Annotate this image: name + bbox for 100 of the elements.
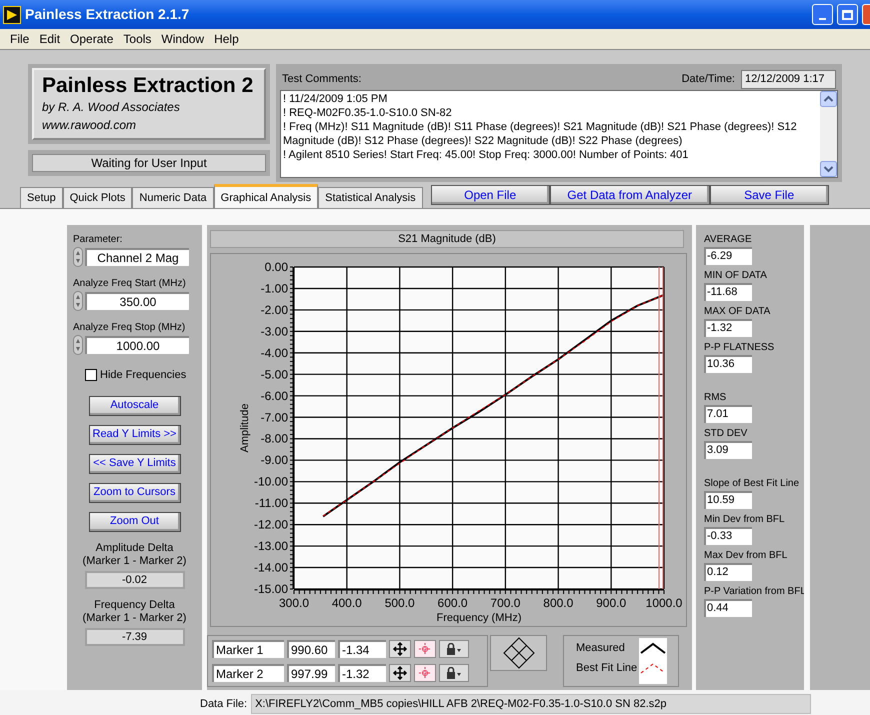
spinner-icon[interactable] — [73, 291, 83, 311]
tab[interactable]: Quick Plots — [62, 187, 132, 208]
panel-button[interactable]: Autoscale — [88, 396, 180, 416]
control-label: Analyze Freq Stop (MHz) — [73, 321, 186, 335]
panel-button[interactable]: Read Y Limits >> — [88, 424, 180, 444]
y-tick-label: -1.00 — [260, 281, 288, 296]
spinner-icon[interactable] — [73, 335, 83, 355]
control-field[interactable]: Channel 2 Mag — [85, 248, 189, 266]
delta-field: -0.02 — [84, 570, 184, 588]
delta-label: Frequency Delta — [94, 598, 175, 612]
comment-line: ! REQ-M02F0.35-1.0-S10.0 SN-82 — [283, 106, 453, 120]
stat-field: -0.33 — [704, 527, 752, 545]
y-tick-label: 0.00 — [264, 260, 288, 274]
stat-label: Slope of Best Fit Line — [704, 477, 800, 491]
stat-label: Max Dev from BFL — [704, 549, 788, 563]
y-tick-label: -13.00 — [254, 539, 288, 554]
delta-sublabel: (Marker 1 - Marker 2) — [82, 612, 186, 624]
menu-item[interactable]: Edit — [39, 30, 60, 48]
move-icon[interactable] — [389, 640, 411, 658]
menu-item[interactable]: File — [10, 30, 30, 48]
scrollbar[interactable] — [820, 91, 837, 177]
maximize-button[interactable] — [837, 4, 858, 25]
action-button[interactable]: Save File — [710, 185, 829, 205]
stat-field: -11.68 — [704, 283, 752, 301]
y-tick-label: -12.00 — [254, 518, 288, 532]
action-button[interactable]: Open File — [430, 185, 550, 205]
data-file-label: Data File: — [200, 696, 248, 712]
lock-icon[interactable] — [439, 640, 469, 658]
x-tick-label: 300.0 — [278, 596, 310, 610]
menu-item[interactable]: Window — [161, 30, 204, 48]
minimize-button[interactable] — [812, 4, 833, 25]
stat-label: AVERAGE — [704, 233, 753, 247]
panel-button[interactable]: Zoom Out — [88, 512, 180, 532]
control-field[interactable]: 1000.00 — [85, 336, 189, 354]
y-tick-label: -7.00 — [260, 410, 288, 424]
stat-label: RMS — [704, 391, 728, 405]
comment-line: ! 11/24/2009 1:05 PM — [283, 92, 388, 106]
stat-field: -6.29 — [704, 247, 752, 265]
x-tick-label: 700.0 — [490, 596, 520, 610]
date-time-label: Date/Time: — [682, 72, 735, 87]
comments-label: Test Comments: — [282, 72, 362, 87]
control-label: Parameter: — [73, 233, 124, 247]
y-tick-label: -11.00 — [254, 496, 288, 510]
tab[interactable]: Graphical Analysis — [214, 184, 318, 208]
logo-subtitle: by R. A. Wood Associates — [42, 99, 181, 116]
y-tick-label: -9.00 — [260, 453, 288, 468]
panel-button[interactable]: << Save Y Limits — [88, 454, 180, 474]
stat-field: 3.09 — [704, 441, 752, 459]
control-field[interactable]: 350.00 — [85, 292, 189, 310]
marker-amplitude-field[interactable]: -1.32 — [338, 664, 386, 682]
stat-label: P-P FLATNESS — [704, 341, 776, 355]
y-tick-label: -6.00 — [260, 388, 288, 403]
x-tick-label: 1000.0 — [646, 596, 682, 610]
lock-icon[interactable] — [439, 664, 469, 682]
legend-label: Measured — [576, 641, 626, 656]
menu-item[interactable]: Help — [214, 30, 239, 48]
stat-label: MIN OF DATA — [704, 269, 768, 283]
marker-name-field[interactable]: Marker 2 — [212, 664, 284, 682]
close-button[interactable] — [862, 4, 870, 25]
date-time-field: 12/12/2009 1:17 — [741, 70, 836, 88]
x-tick-label: 900.0 — [596, 596, 626, 610]
navigation-button[interactable] — [490, 635, 547, 671]
stat-field: -1.32 — [704, 319, 752, 337]
checkbox[interactable] — [85, 369, 97, 382]
tab[interactable]: Numeric Data — [132, 187, 214, 208]
stat-label: P-P Variation from BFL — [704, 585, 804, 599]
legend-label: Best Fit Line — [576, 661, 638, 676]
scroll-down-button[interactable] — [820, 161, 837, 177]
marker-frequency-field[interactable]: 997.99 — [287, 664, 335, 682]
diamond-icon — [502, 637, 534, 669]
status-field: Waiting for User Input — [32, 154, 266, 172]
comment-line: ! Agilent 8510 Series! Start Freq: 45.00! Stop Freq: 3000.00! Number of Points: 401 — [283, 148, 690, 162]
menu-item[interactable]: Tools — [123, 30, 152, 48]
y-tick-label: -5.00 — [260, 367, 288, 382]
scroll-up-button[interactable] — [820, 91, 837, 107]
cursor-line[interactable] — [662, 266, 664, 590]
window-title: Painless Extraction 2.1.7 — [25, 5, 190, 24]
move-icon[interactable] — [389, 664, 411, 682]
comment-line: ! Freq (MHz)! S11 Magnitude (dB)! S11 Phase (degrees)! S21 Magnitude (dB)! S21 Phase (degrees)! S12 Magnitude (dB)! S12 Phase (degrees)! S22 Magnitude (dB)! S22 Phase (degrees) — [283, 120, 798, 148]
y-tick-label: -4.00 — [260, 346, 288, 360]
app-icon — [3, 6, 21, 24]
cursor-line[interactable] — [658, 266, 660, 590]
marker-amplitude-field[interactable]: -1.34 — [338, 640, 386, 658]
menu-item[interactable]: Operate — [70, 30, 114, 48]
x-tick-label: 600.0 — [438, 596, 468, 610]
marker-frequency-field[interactable]: 990.60 — [287, 640, 335, 658]
logo-url: www.rawood.com — [42, 117, 138, 134]
comments-field[interactable] — [280, 90, 838, 178]
chart-title: S21 Magnitude (dB) — [210, 230, 684, 248]
y-tick-label: -15.00 — [254, 582, 288, 596]
spinner-icon[interactable] — [73, 247, 83, 267]
marker-name-field[interactable]: Marker 1 — [212, 640, 284, 658]
action-button[interactable]: Get Data from Analyzer — [550, 185, 710, 205]
tab[interactable]: Setup — [20, 187, 63, 208]
tab[interactable]: Statistical Analysis — [318, 187, 423, 208]
y-tick-label: -3.00 — [260, 324, 288, 338]
stat-field: 7.01 — [704, 405, 752, 423]
stat-field: 10.59 — [704, 491, 752, 509]
stat-label: STD DEV — [704, 427, 748, 441]
panel-button[interactable]: Zoom to Cursors — [88, 482, 180, 502]
